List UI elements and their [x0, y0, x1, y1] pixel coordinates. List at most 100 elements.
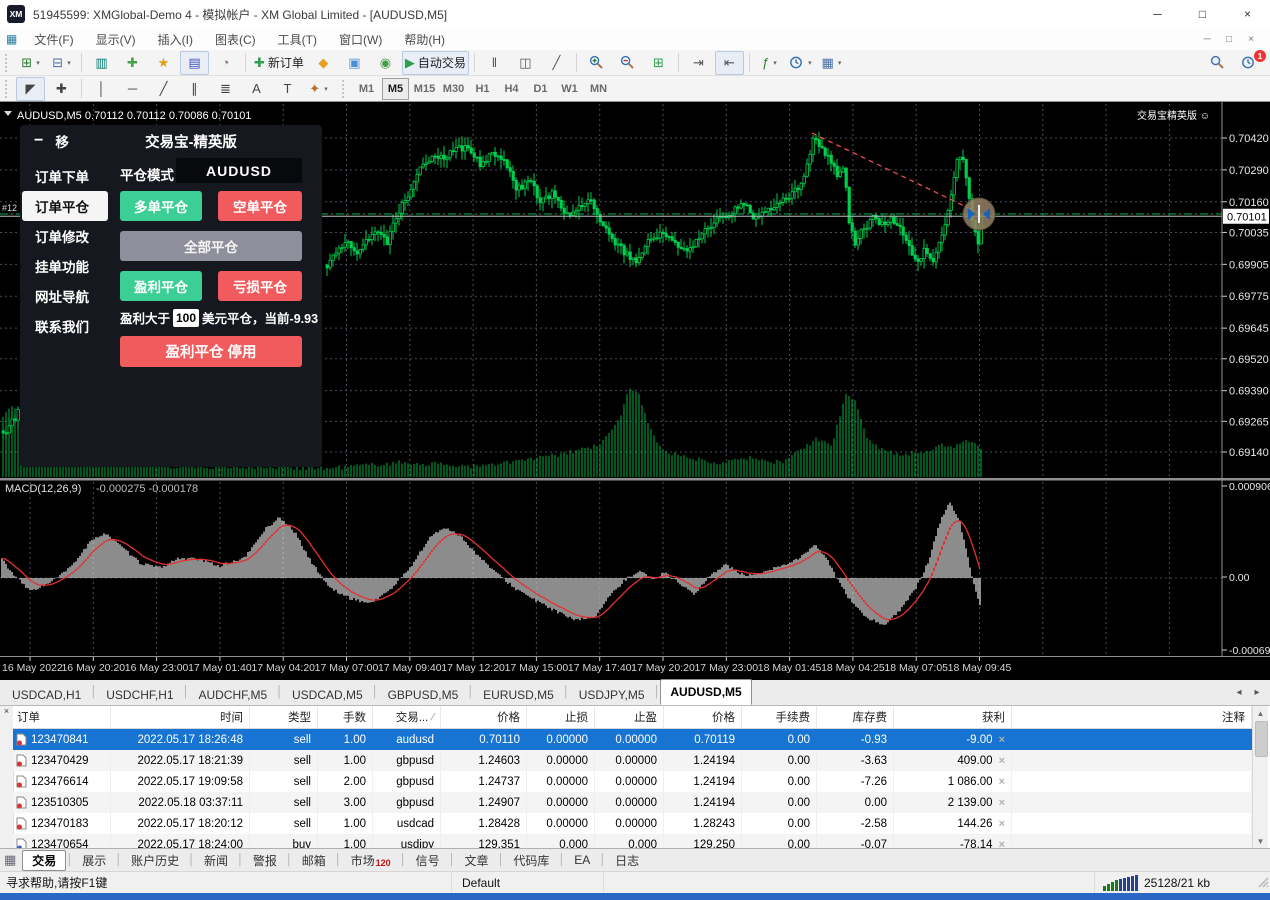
- arrows-tool[interactable]: ✦▾: [304, 77, 333, 101]
- column-header-12[interactable]: 注释: [1012, 706, 1252, 728]
- tab-scroll-right-button[interactable]: ▸: [1248, 684, 1266, 702]
- candlestick-type-button[interactable]: ◫: [511, 51, 540, 75]
- panels-grid-icon[interactable]: ▦: [4, 852, 16, 868]
- period-mn-button[interactable]: MN: [585, 78, 612, 100]
- notifications-icon[interactable]: 1: [1234, 51, 1263, 75]
- periods-menu-button[interactable]: ▾: [786, 51, 815, 75]
- panel-menu-订单下单[interactable]: 订单下单: [20, 161, 120, 191]
- menu-插入I[interactable]: 插入(I): [147, 31, 204, 48]
- period-m1-button[interactable]: M1: [353, 78, 380, 100]
- column-header-8[interactable]: 价格: [664, 706, 742, 728]
- terminal-tab-交易[interactable]: 交易: [22, 850, 66, 871]
- chart-tab-audchf-m5[interactable]: AUDCHF,M5: [189, 684, 276, 705]
- menu-图表C[interactable]: 图表(C): [204, 31, 267, 48]
- terminal-tab-代码库[interactable]: 代码库: [504, 851, 558, 870]
- terminal-scrollbar[interactable]: ▲ ▼: [1252, 706, 1268, 848]
- table-row[interactable]: 1234704292022.05.17 18:21:39sell1.00gbpu…: [13, 750, 1252, 771]
- column-header-0[interactable]: 订单: [13, 706, 111, 728]
- menu-文件F[interactable]: 文件(F): [23, 31, 84, 48]
- close-order-button[interactable]: ×: [999, 755, 1005, 767]
- panel-menu-订单平仓[interactable]: 订单平仓: [22, 191, 108, 221]
- menu-窗口W[interactable]: 窗口(W): [328, 31, 393, 48]
- status-profile[interactable]: Default: [452, 872, 604, 893]
- strategy-tester-button[interactable]: ◔: [211, 51, 240, 75]
- column-header-1[interactable]: 时间: [111, 706, 250, 728]
- close-short-button[interactable]: 空单平仓: [218, 191, 302, 221]
- mdi-minimize-button[interactable]: ─: [1196, 30, 1218, 48]
- column-header-6[interactable]: 止损: [527, 706, 595, 728]
- toolbar-handle[interactable]: [5, 54, 11, 72]
- terminal-close-icon[interactable]: ×: [4, 706, 9, 716]
- sounds-button[interactable]: ◉: [371, 51, 400, 75]
- web-terminal-button[interactable]: ▣: [340, 51, 369, 75]
- line-chart-type-button[interactable]: ╱: [542, 51, 571, 75]
- auto-scroll-button[interactable]: ⇥: [684, 51, 713, 75]
- profit-threshold-input[interactable]: [173, 309, 199, 327]
- period-m30-button[interactable]: M30: [440, 78, 467, 100]
- column-header-5[interactable]: 价格: [441, 706, 527, 728]
- panel-move-handle[interactable]: 移: [55, 131, 69, 151]
- terminal-tab-市场[interactable]: 市场120: [342, 851, 400, 870]
- metaeditor-button[interactable]: ◆: [309, 51, 338, 75]
- search-icon[interactable]: [1203, 51, 1232, 75]
- column-header-11[interactable]: 获利: [894, 706, 1012, 728]
- close-order-button[interactable]: ×: [999, 839, 1005, 849]
- chart-profiles-button[interactable]: ⊟▾: [47, 51, 76, 75]
- window-close-button[interactable]: ×: [1225, 0, 1270, 28]
- column-header-9[interactable]: 手续费: [742, 706, 817, 728]
- column-header-3[interactable]: 手数: [318, 706, 373, 728]
- new-chart-button[interactable]: ⊞▾: [16, 51, 45, 75]
- close-profitable-button[interactable]: 盈利平仓: [120, 271, 202, 301]
- text-tool[interactable]: A: [242, 77, 271, 101]
- trendline-tool[interactable]: ╱: [149, 77, 178, 101]
- close-symbol-select[interactable]: AUDUSD: [176, 158, 302, 183]
- close-order-button[interactable]: ×: [999, 734, 1005, 746]
- window-maximize-button[interactable]: □: [1180, 0, 1225, 28]
- label-tool[interactable]: T: [273, 77, 302, 101]
- indicators-button[interactable]: ƒ▾: [755, 51, 784, 75]
- chart-tab-eurusd-m5[interactable]: EURUSD,M5: [474, 684, 563, 705]
- table-row[interactable]: 1235103052022.05.18 03:37:11sell3.00gbpu…: [13, 792, 1252, 813]
- chart-tab-usdjpy-m5[interactable]: USDJPY,M5: [570, 684, 654, 705]
- window-minimize-button[interactable]: ─: [1135, 0, 1180, 28]
- cursor-tool[interactable]: ◤: [16, 77, 45, 101]
- chart-tab-usdcad-h1[interactable]: USDCAD,H1: [3, 684, 90, 705]
- terminal-tab-新闻[interactable]: 新闻: [195, 851, 237, 870]
- bar-chart-type-button[interactable]: ‖: [480, 51, 509, 75]
- close-order-button[interactable]: ×: [999, 818, 1005, 830]
- scroll-down-icon[interactable]: ▼: [1253, 834, 1268, 848]
- terminal-tab-警报[interactable]: 警报: [244, 851, 286, 870]
- terminal-tab-展示[interactable]: 展示: [73, 851, 115, 870]
- terminal-tab-EA[interactable]: EA: [565, 851, 599, 870]
- column-header-4[interactable]: 交易...∕: [373, 706, 441, 728]
- period-d1-button[interactable]: D1: [527, 78, 554, 100]
- toolbar-handle[interactable]: [342, 80, 348, 98]
- menu-工具T[interactable]: 工具(T): [267, 31, 328, 48]
- table-row[interactable]: 1234708412022.05.17 18:26:48sell1.00audu…: [13, 729, 1252, 750]
- chart-tab-usdchf-h1[interactable]: USDCHF,H1: [97, 684, 182, 705]
- scrollbar-thumb[interactable]: [1255, 721, 1268, 757]
- chart-tab-audusd-m5[interactable]: AUDUSD,M5: [660, 679, 751, 705]
- chart-drag-marker[interactable]: [963, 198, 995, 230]
- close-losing-button[interactable]: 亏损平仓: [218, 271, 302, 301]
- auto-trading-button[interactable]: ▶自动交易: [402, 51, 469, 75]
- period-w1-button[interactable]: W1: [556, 78, 583, 100]
- panel-menu-联系我们[interactable]: 联系我们: [20, 311, 120, 341]
- market-watch-button[interactable]: ▥: [87, 51, 116, 75]
- zoom-out-button[interactable]: [613, 51, 642, 75]
- resize-grip[interactable]: [1256, 875, 1269, 891]
- tile-windows-button[interactable]: ⊞: [644, 51, 673, 75]
- chart-shift-button[interactable]: ⇤: [715, 51, 744, 75]
- terminal-tab-日志[interactable]: 日志: [606, 851, 648, 870]
- chart-tab-usdcad-m5[interactable]: USDCAD,M5: [283, 684, 372, 705]
- period-m15-button[interactable]: M15: [411, 78, 438, 100]
- fibonacci-tool[interactable]: ≣: [211, 77, 240, 101]
- close-long-button[interactable]: 多单平仓: [120, 191, 202, 221]
- profit-close-toggle-button[interactable]: 盈利平仓 停用: [120, 336, 302, 367]
- table-row[interactable]: 1234706542022.05.17 18:24:00buy1.00usdjp…: [13, 834, 1252, 848]
- panel-menu-网址导航[interactable]: 网址导航: [20, 281, 120, 311]
- close-all-button[interactable]: 全部平仓: [120, 231, 302, 261]
- period-m5-button[interactable]: M5: [382, 78, 409, 100]
- terminal-tab-信号[interactable]: 信号: [407, 851, 449, 870]
- chart-tab-gbpusd-m5[interactable]: GBPUSD,M5: [379, 684, 468, 705]
